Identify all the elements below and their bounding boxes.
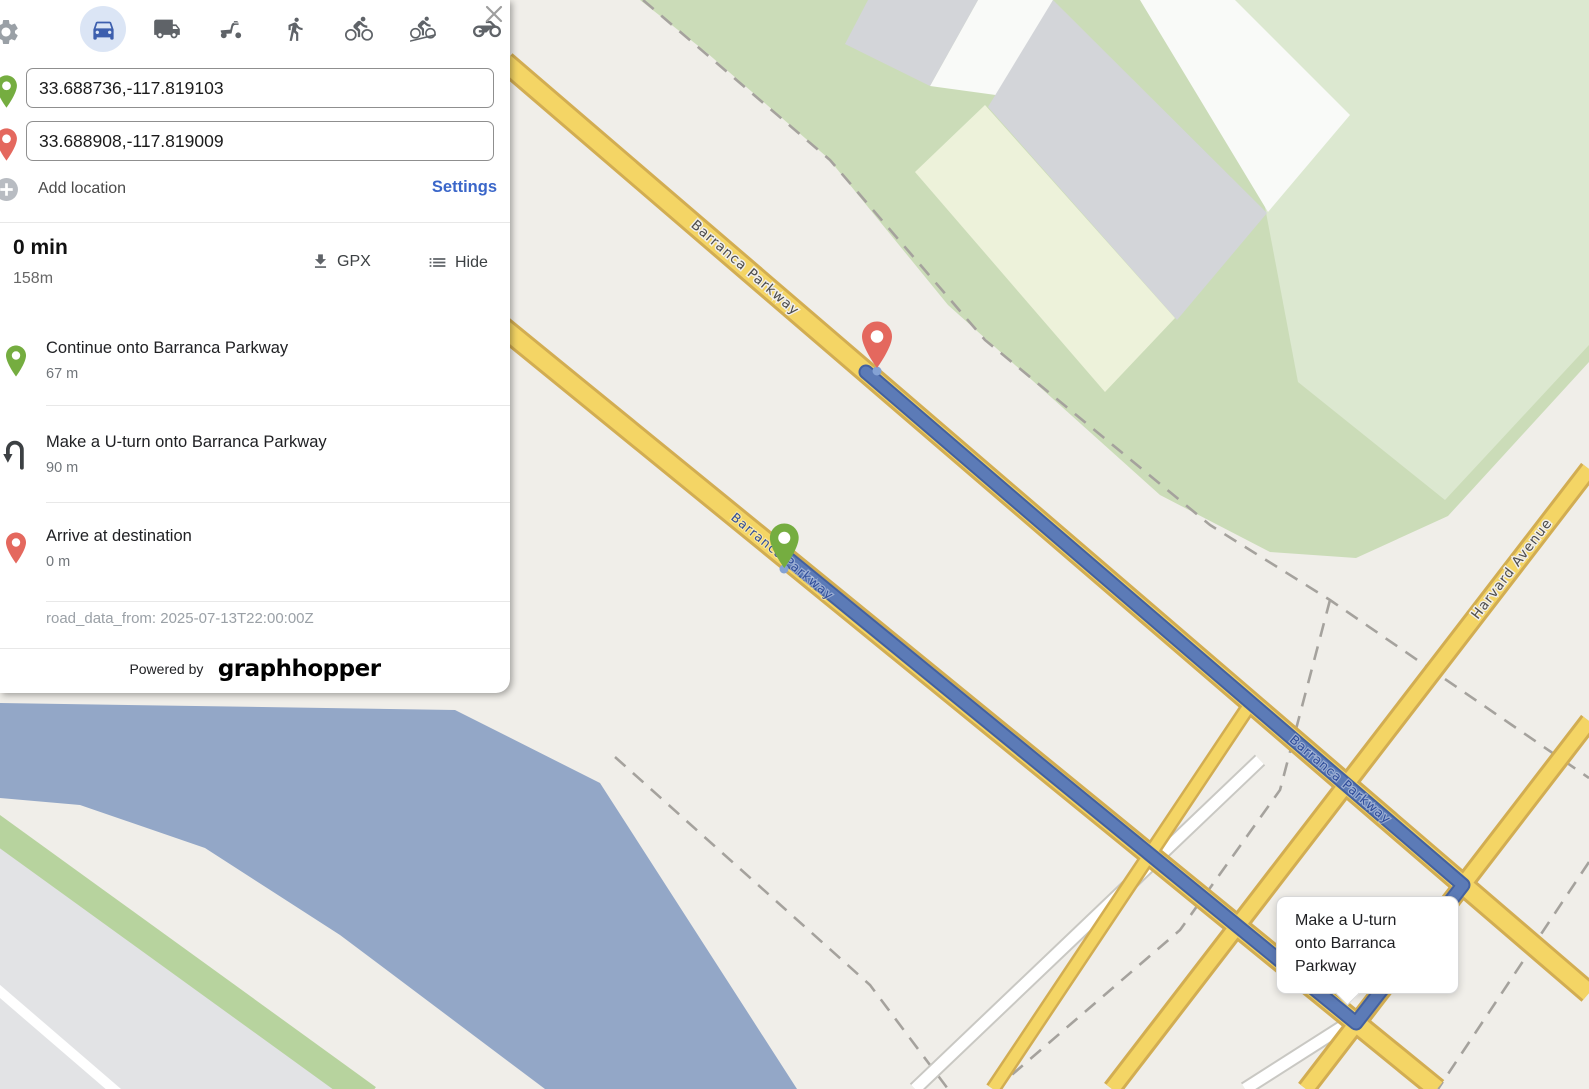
instruction-distance: 67 m — [46, 366, 78, 382]
start-coordinates-input[interactable] — [26, 68, 494, 108]
start-pin-icon — [4, 344, 28, 382]
powered-by-row: Powered by graphhopper — [0, 656, 510, 682]
gpx-label: GPX — [337, 253, 371, 271]
destination-coordinates-input[interactable] — [26, 121, 494, 161]
close-icon[interactable] — [484, 4, 504, 24]
list-icon — [427, 252, 448, 273]
hide-label: Hide — [455, 254, 488, 272]
routing-panel: Add location Settings 0 min 158m GPX Hid… — [0, 0, 510, 693]
add-location-icon[interactable] — [0, 177, 19, 207]
mode-walk-button[interactable] — [272, 6, 318, 52]
mode-car-button[interactable] — [80, 6, 126, 52]
mode-bike-button[interactable] — [336, 6, 382, 52]
download-icon — [311, 252, 330, 271]
mode-scooter-button[interactable] — [208, 6, 254, 52]
uturn-tooltip: Make a U-turn onto Barranca Parkway — [1276, 896, 1459, 994]
gear-icon[interactable] — [0, 17, 21, 52]
destination-pin-icon — [4, 531, 28, 569]
powered-by-label: Powered by — [129, 661, 203, 677]
road-data-timestamp: road_data_from: 2025-07-13T22:00:00Z — [46, 610, 314, 627]
hide-instructions-button[interactable]: Hide — [427, 252, 488, 273]
u-turn-icon — [0, 437, 30, 476]
settings-button[interactable]: Settings — [432, 178, 497, 197]
graphhopper-logo[interactable]: graphhopper — [218, 656, 381, 682]
instruction-row[interactable]: Make a U-turn onto Barranca Parkway — [46, 433, 327, 452]
tooltip-line: Make a U-turn — [1295, 909, 1440, 932]
tooltip-line: Parkway — [1295, 955, 1440, 978]
mode-truck-button[interactable] — [144, 6, 190, 52]
gpx-download-button[interactable]: GPX — [311, 252, 371, 271]
graphhopper-app: Barranca Parkway Harvard Avenue Barranca… — [0, 0, 1589, 1089]
instruction-row[interactable]: Arrive at destination — [46, 527, 192, 546]
route-duration: 0 min — [13, 236, 68, 260]
mode-mountain-bike-button[interactable] — [400, 6, 446, 52]
tooltip-line: onto Barranca — [1295, 932, 1440, 955]
instruction-row[interactable]: Continue onto Barranca Parkway — [46, 339, 288, 358]
destination-pin-icon — [0, 127, 19, 166]
add-location-button[interactable]: Add location — [38, 180, 126, 198]
route-distance: 158m — [13, 270, 53, 288]
instruction-distance: 0 m — [46, 554, 70, 570]
start-pin-icon — [0, 74, 19, 113]
transport-mode-row — [80, 6, 510, 52]
instruction-distance: 90 m — [46, 460, 78, 476]
